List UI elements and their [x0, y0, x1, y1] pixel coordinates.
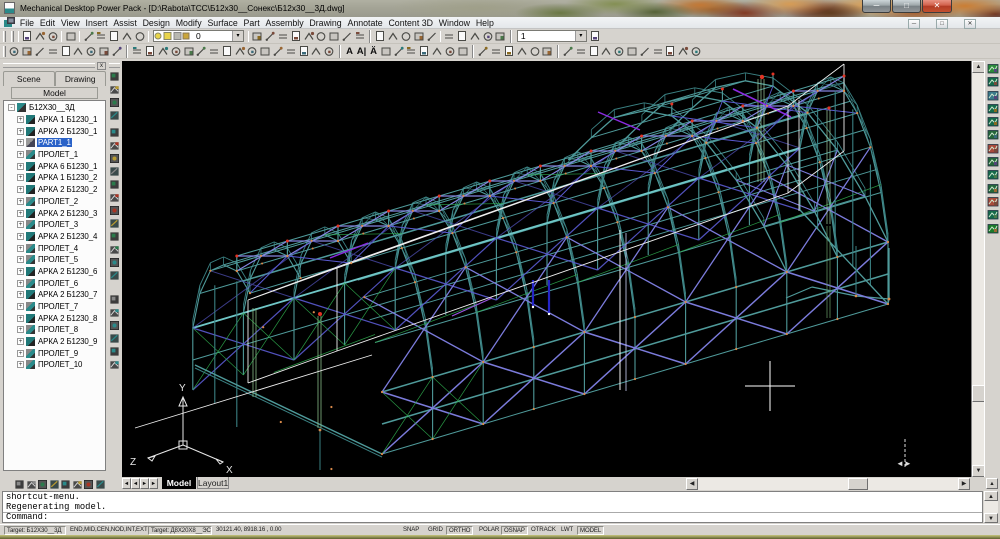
svg-text:Y: Y	[179, 383, 186, 394]
svg-text:Z: Z	[130, 457, 136, 468]
svg-text:◄►: ◄►	[896, 459, 912, 468]
svg-text:X: X	[226, 465, 233, 476]
